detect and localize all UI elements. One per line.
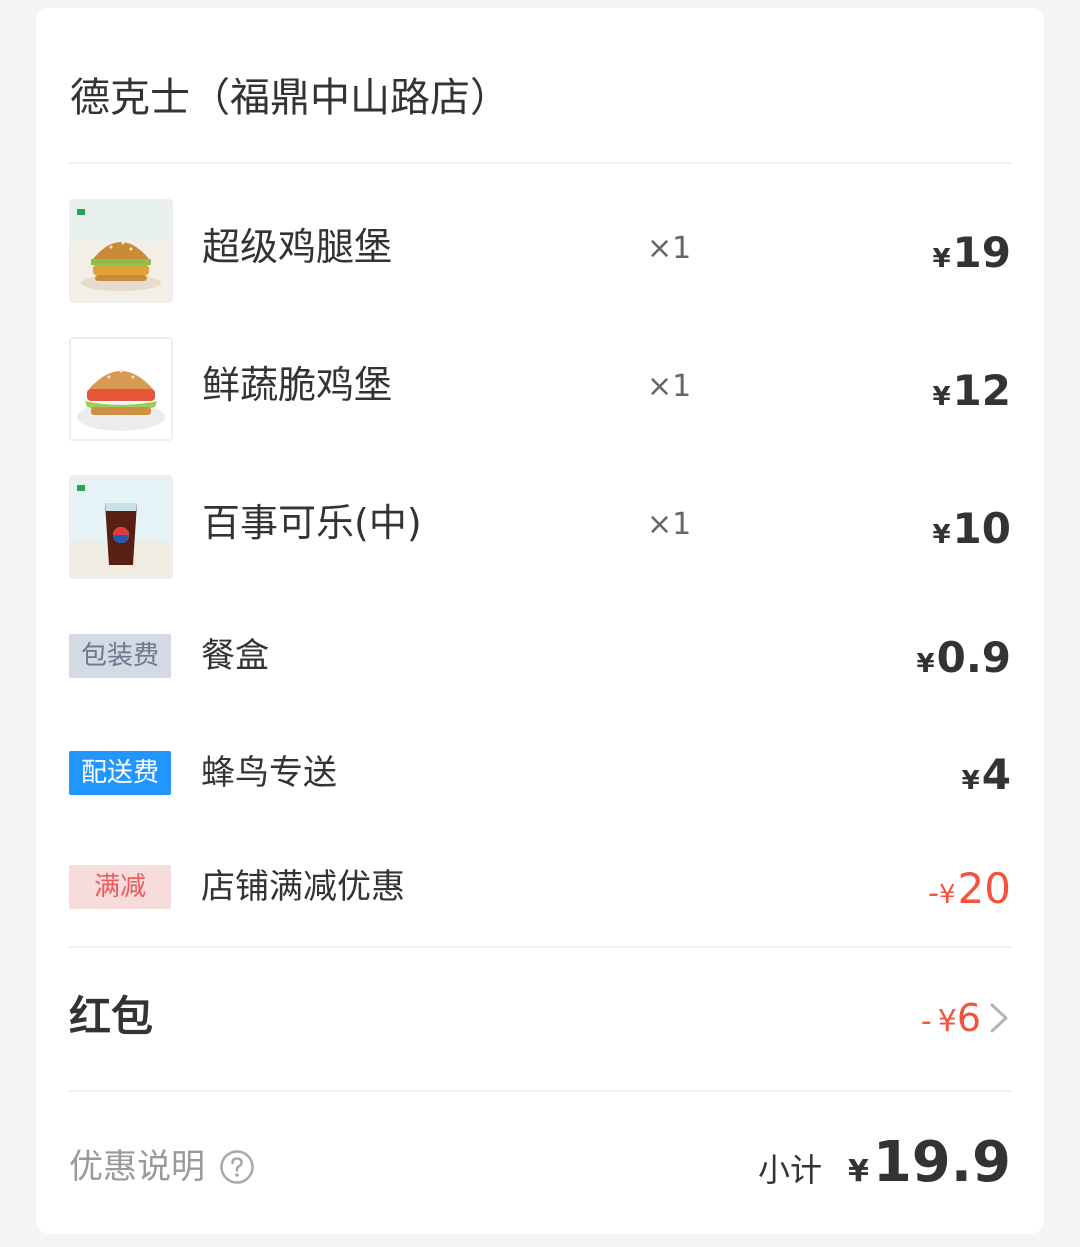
- item-price: ¥10: [932, 501, 1011, 566]
- item-name: 超级鸡腿堡: [202, 225, 393, 269]
- delivery-fee-row: 配送费 蜂鸟专送 ¥4: [69, 747, 1011, 803]
- store-name[interactable]: 德克士（福鼎中山路店）: [70, 70, 510, 126]
- subtotal: 小计 ¥19.9: [758, 1130, 1011, 1210]
- currency-symbol: ¥: [932, 382, 951, 412]
- currency-symbol: ¥: [932, 520, 951, 550]
- cola-cup-icon: [69, 475, 173, 579]
- item-price: ¥19: [932, 225, 1011, 290]
- packaging-fee-tag: 包装费: [69, 634, 171, 678]
- currency-symbol: ¥: [939, 880, 956, 910]
- burger-crispy-icon: [69, 199, 173, 303]
- redpack-label: 红包: [69, 992, 154, 1041]
- discount-name: 店铺满减优惠: [201, 867, 405, 907]
- divider: [69, 946, 1011, 948]
- discount-value: 20: [957, 864, 1011, 913]
- currency-symbol: ¥: [932, 244, 951, 274]
- discount-amount: -¥20: [928, 861, 1011, 926]
- promo-info-label: 优惠说明: [69, 1147, 205, 1187]
- item-price-value: 12: [952, 366, 1011, 415]
- order-item: 超级鸡腿堡 ×1 ¥19: [69, 199, 1011, 303]
- divider: [69, 162, 1011, 164]
- item-quantity: ×1: [647, 369, 692, 404]
- order-card: 德克士（福鼎中山路店） 超级鸡腿堡 ×1 ¥19 鲜蔬脆鸡堡 ×1 ¥12 百事…: [36, 8, 1044, 1234]
- burger-veggie-icon: [69, 337, 173, 441]
- order-item: 百事可乐(中) ×1 ¥10: [69, 475, 1011, 579]
- delivery-fee-name: 蜂鸟专送: [201, 753, 337, 793]
- subtotal-value: ¥19.9: [848, 1130, 1011, 1195]
- question-circle-icon[interactable]: [219, 1149, 255, 1185]
- packaging-fee-row: 包装费 餐盒 ¥0.9: [69, 630, 1011, 686]
- item-quantity: ×1: [647, 231, 692, 266]
- delivery-fee-price: ¥4: [962, 747, 1011, 812]
- packaging-fee-value: 0.9: [936, 633, 1011, 682]
- chevron-right-icon[interactable]: [987, 1002, 1011, 1034]
- item-price-value: 19: [952, 228, 1011, 277]
- item-quantity: ×1: [647, 507, 692, 542]
- redpack-value: - ¥6: [921, 992, 981, 1048]
- delivery-fee-tag: 配送费: [69, 751, 171, 795]
- discount-tag: 满减: [69, 865, 171, 909]
- delivery-fee-value: 4: [981, 750, 1011, 799]
- subtotal-label: 小计: [757, 1151, 822, 1189]
- order-item: 鲜蔬脆鸡堡 ×1 ¥12: [69, 337, 1011, 441]
- minus-sign: -: [928, 876, 939, 911]
- redpack-row[interactable]: 红包 - ¥6: [69, 988, 1011, 1048]
- currency-symbol: ¥: [916, 649, 935, 679]
- divider: [69, 1090, 1011, 1092]
- item-price: ¥12: [932, 363, 1011, 428]
- item-name: 百事可乐(中): [202, 501, 422, 545]
- currency-symbol: ¥: [961, 766, 980, 796]
- packaging-fee-price: ¥0.9: [917, 630, 1012, 695]
- currency-symbol: ¥: [937, 1004, 957, 1039]
- packaging-fee-name: 餐盒: [201, 636, 269, 676]
- subtotal-amount: 19.9: [872, 1130, 1011, 1195]
- currency-symbol: ¥: [847, 1154, 869, 1189]
- discount-row: 满减 店铺满减优惠 -¥20: [69, 861, 1011, 917]
- item-price-value: 10: [952, 504, 1011, 553]
- minus-sign: -: [920, 1004, 932, 1039]
- item-name: 鲜蔬脆鸡堡: [202, 363, 393, 407]
- redpack-amount: 6: [956, 996, 981, 1040]
